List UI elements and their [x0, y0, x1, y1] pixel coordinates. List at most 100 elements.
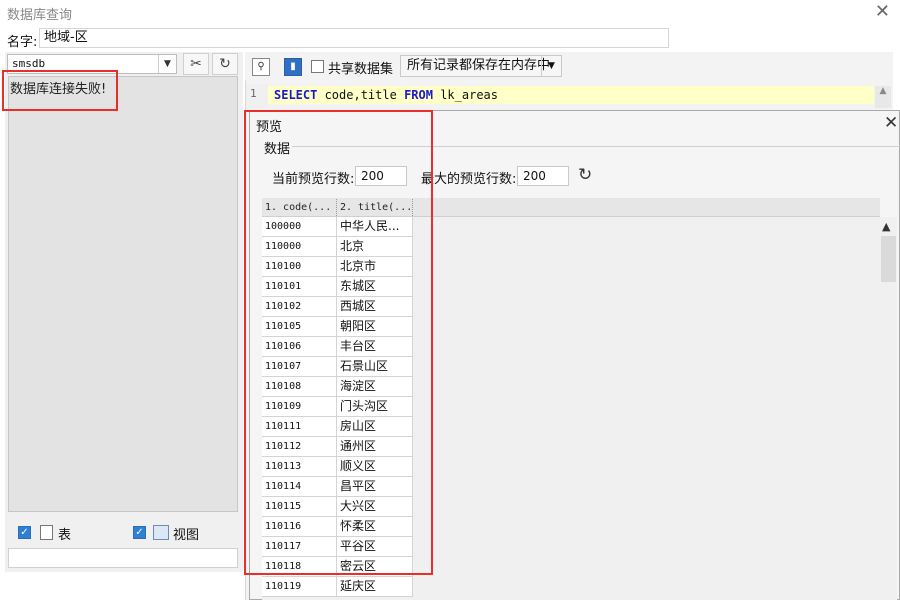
table-row[interactable]: 110112 通州区: [262, 437, 413, 457]
sql-text: code,title: [317, 88, 405, 102]
cell-code[interactable]: 100000: [262, 217, 337, 237]
table-row[interactable]: 110000 北京: [262, 237, 413, 257]
cell-title[interactable]: 西城区: [337, 297, 413, 317]
current-rows-label: 当前预览行数:: [272, 172, 355, 187]
save-icon[interactable]: ▮: [284, 58, 302, 76]
cell-title[interactable]: 门头沟区: [337, 397, 413, 417]
cell-title[interactable]: 海淀区: [337, 377, 413, 397]
table-icon: [40, 525, 53, 540]
cell-code[interactable]: 110113: [262, 457, 337, 477]
scrollbar-thumb[interactable]: [881, 236, 896, 282]
cell-title[interactable]: 北京: [337, 237, 413, 257]
cell-code[interactable]: 110115: [262, 497, 337, 517]
data-group-label: 数据: [264, 142, 291, 157]
cell-code[interactable]: 110107: [262, 357, 337, 377]
cell-title[interactable]: 北京市: [337, 257, 413, 277]
tables-label: 表: [58, 528, 72, 543]
views-checkbox[interactable]: ✓: [133, 526, 146, 539]
cell-code[interactable]: 110109: [262, 397, 337, 417]
refresh-icon[interactable]: ↻: [212, 53, 238, 75]
name-input[interactable]: 地域-区: [39, 28, 669, 48]
share-dataset-label: 共享数据集: [328, 62, 394, 77]
cell-title[interactable]: 大兴区: [337, 497, 413, 517]
table-row[interactable]: 110101 东城区: [262, 277, 413, 297]
cell-code[interactable]: 110108: [262, 377, 337, 397]
sql-editor-line[interactable]: SELECT code,title FROM lk_areas: [268, 86, 874, 104]
query-designer-icon[interactable]: ⚲: [252, 58, 270, 76]
cell-title[interactable]: 东城区: [337, 277, 413, 297]
cell-code[interactable]: 110102: [262, 297, 337, 317]
cell-title[interactable]: 朝阳区: [337, 317, 413, 337]
table-row[interactable]: 110115 大兴区: [262, 497, 413, 517]
views-label: 视图: [173, 528, 200, 543]
cell-code[interactable]: 110114: [262, 477, 337, 497]
cell-title[interactable]: 密云区: [337, 557, 413, 577]
table-row[interactable]: 110119 延庆区: [262, 577, 413, 597]
cell-title[interactable]: 丰台区: [337, 337, 413, 357]
connection-error-message: 数据库连接失败!: [10, 82, 107, 97]
table-row[interactable]: 110100 北京市: [262, 257, 413, 277]
cell-title[interactable]: 石景山区: [337, 357, 413, 377]
database-tree[interactable]: [8, 76, 238, 512]
cell-code[interactable]: 110100: [262, 257, 337, 277]
cell-title[interactable]: 延庆区: [337, 577, 413, 597]
cell-title[interactable]: 平谷区: [337, 537, 413, 557]
table-row[interactable]: 110105 朝阳区: [262, 317, 413, 337]
table-row[interactable]: 100000 中华人民...: [262, 217, 413, 237]
table-row[interactable]: 110117 平谷区: [262, 537, 413, 557]
chevron-down-icon[interactable]: ▼: [158, 55, 176, 73]
cell-title[interactable]: 中华人民...: [337, 217, 413, 237]
preview-close-button[interactable]: ✕: [884, 112, 898, 134]
cell-title[interactable]: 怀柔区: [337, 517, 413, 537]
cell-code[interactable]: 110117: [262, 537, 337, 557]
preview-title: 预览: [256, 120, 283, 135]
cell-title[interactable]: 通州区: [337, 437, 413, 457]
column-header-code[interactable]: 1. code(...: [262, 199, 337, 216]
name-label: 名字:: [7, 35, 38, 50]
table-row[interactable]: 110118 密云区: [262, 557, 413, 577]
datasource-select[interactable]: smsdb: [7, 54, 177, 74]
chevron-down-icon[interactable]: ▼: [541, 56, 561, 76]
share-dataset-checkbox[interactable]: [311, 60, 324, 73]
refresh-icon[interactable]: ↻: [578, 165, 592, 185]
cell-title[interactable]: 昌平区: [337, 477, 413, 497]
table-row[interactable]: 110111 房山区: [262, 417, 413, 437]
current-rows-input[interactable]: 200: [355, 166, 407, 186]
table-row[interactable]: 110109 门头沟区: [262, 397, 413, 417]
grid-body: 100000 中华人民... 110000 北京 110100 北京市 110101 东城区 1…: [262, 217, 413, 597]
table-row[interactable]: 110102 西城区: [262, 297, 413, 317]
sql-text: lk_areas: [432, 88, 498, 102]
cell-code[interactable]: 110106: [262, 337, 337, 357]
sql-scrollbar[interactable]: ▲: [875, 86, 891, 108]
table-row[interactable]: 110107 石景山区: [262, 357, 413, 377]
cell-code[interactable]: 110119: [262, 577, 337, 597]
cell-code[interactable]: 110116: [262, 517, 337, 537]
sql-keyword: FROM: [404, 88, 433, 102]
line-number: 1: [250, 87, 257, 100]
scroll-up-icon[interactable]: ▲: [882, 220, 890, 233]
cell-title[interactable]: 顺义区: [337, 457, 413, 477]
settings-tool-icon[interactable]: ✂: [183, 53, 209, 75]
table-row[interactable]: 110106 丰台区: [262, 337, 413, 357]
table-row[interactable]: 110114 昌平区: [262, 477, 413, 497]
view-icon: [153, 525, 169, 540]
tables-checkbox[interactable]: ✓: [18, 526, 31, 539]
cell-code[interactable]: 110000: [262, 237, 337, 257]
cell-code[interactable]: 110101: [262, 277, 337, 297]
cell-title[interactable]: 房山区: [337, 417, 413, 437]
window-close-button[interactable]: ✕: [875, 2, 890, 22]
column-header-title[interactable]: 2. title(...: [337, 199, 413, 216]
table-row[interactable]: 110113 顺义区: [262, 457, 413, 477]
max-rows-input[interactable]: 200: [517, 166, 569, 186]
memory-mode-select[interactable]: 所有记录都保存在内存中: [400, 55, 562, 77]
sql-keyword: SELECT: [274, 88, 318, 102]
table-row[interactable]: 110108 海淀区: [262, 377, 413, 397]
filter-input[interactable]: [8, 548, 238, 568]
table-row[interactable]: 110116 怀柔区: [262, 517, 413, 537]
window-title: 数据库查询: [7, 8, 73, 23]
cell-code[interactable]: 110111: [262, 417, 337, 437]
cell-code[interactable]: 110105: [262, 317, 337, 337]
title-bar: [0, 0, 900, 26]
cell-code[interactable]: 110112: [262, 437, 337, 457]
cell-code[interactable]: 110118: [262, 557, 337, 577]
